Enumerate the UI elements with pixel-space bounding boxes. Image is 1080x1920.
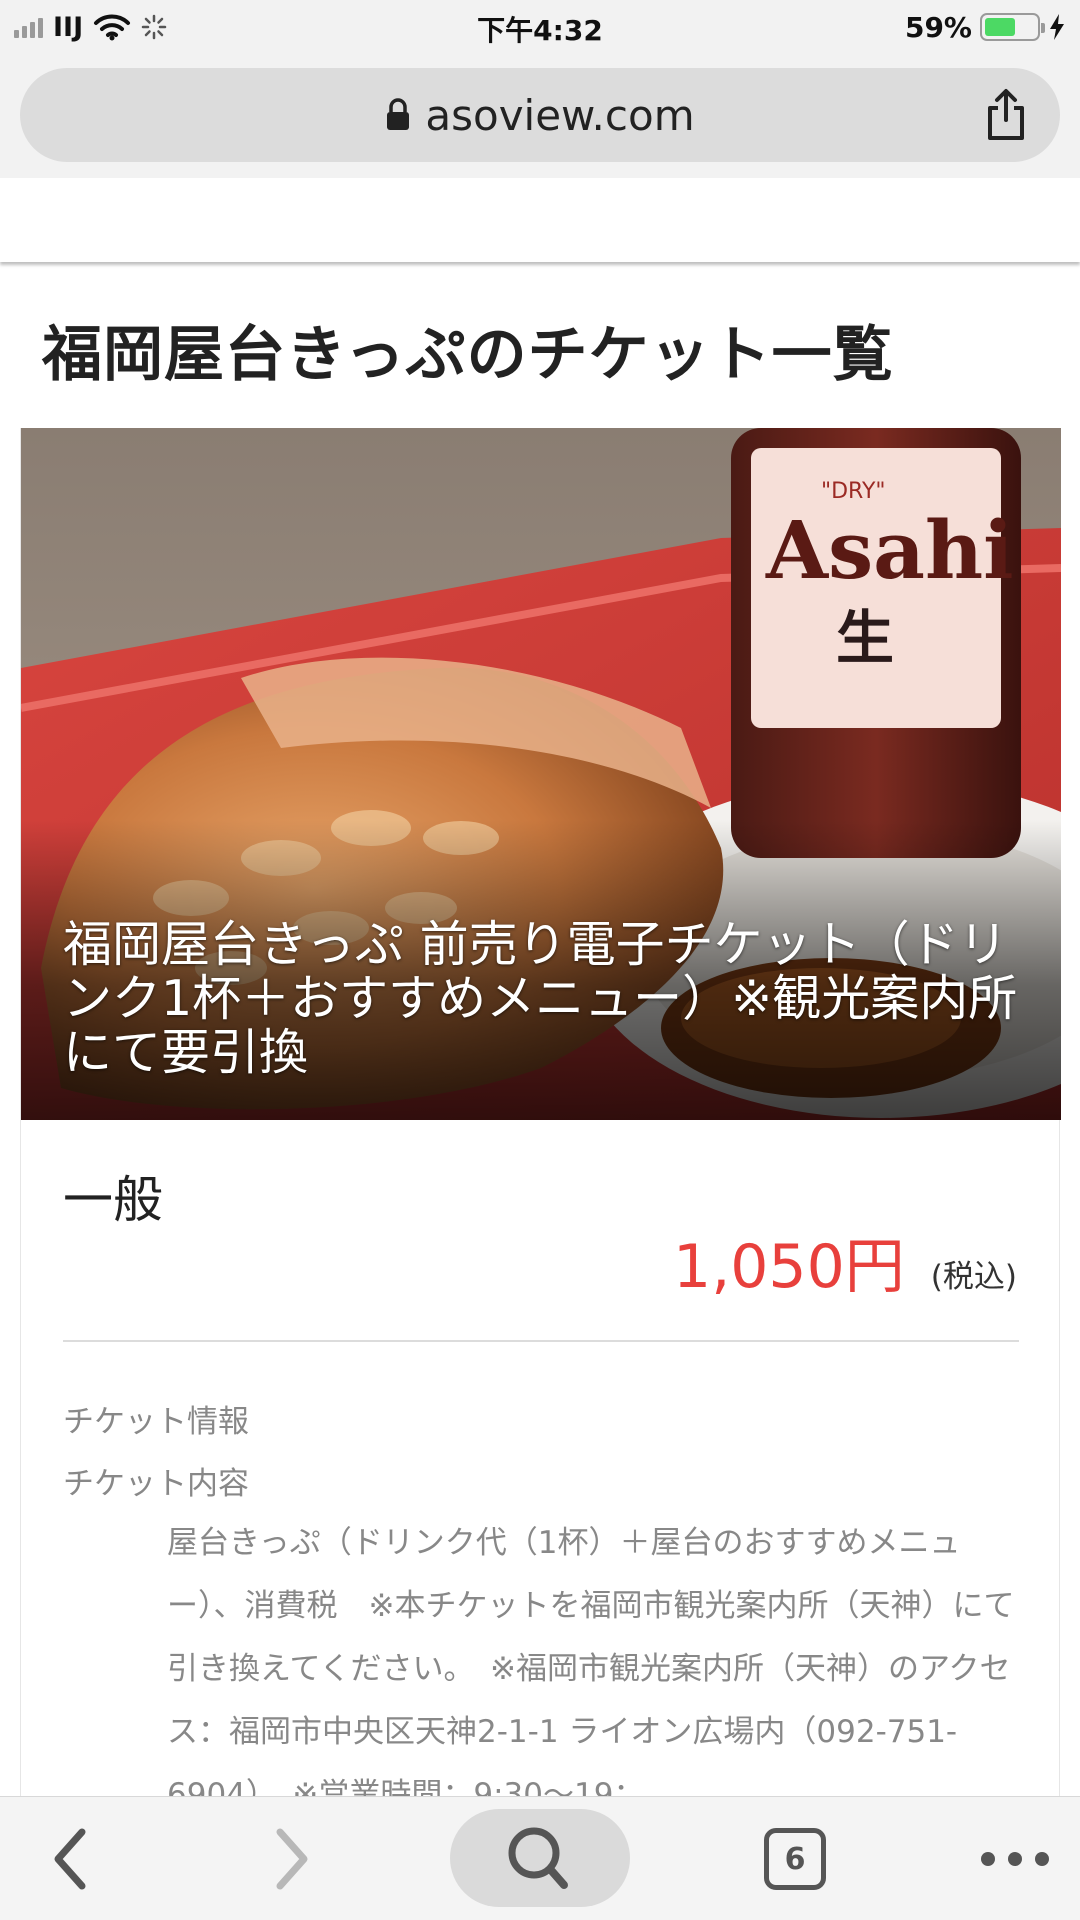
search-button[interactable] <box>450 1809 630 1907</box>
ticket-price: 1,050円 <box>673 1232 905 1302</box>
back-button[interactable] <box>40 1797 100 1920</box>
address-bar[interactable]: asoview.com <box>20 68 1060 162</box>
forward-button[interactable] <box>262 1797 322 1920</box>
ticket-tier-label: 一般 <box>63 1171 163 1229</box>
svg-text:"DRY": "DRY" <box>821 479 886 504</box>
forward-icon <box>276 1828 308 1890</box>
tabs-button[interactable]: 6 <box>760 1797 830 1920</box>
more-icon <box>981 1852 1049 1866</box>
svg-text:Asahi: Asahi <box>765 503 1014 597</box>
ticket-content-heading: チケット内容 <box>63 1466 249 1502</box>
ticket-hero-image[interactable]: Asahi 生 "DRY" 福岡屋台きっぷ 前売り電子チケット（ドリンク1杯＋お… <box>21 428 1061 1120</box>
site-header <box>0 178 1080 262</box>
back-icon <box>54 1828 86 1890</box>
charging-bolt-icon <box>1050 14 1064 40</box>
lock-icon <box>387 98 410 130</box>
ticket-card[interactable]: Asahi 生 "DRY" 福岡屋台きっぷ 前売り電子チケット（ドリンク1杯＋お… <box>20 428 1061 1813</box>
divider <box>63 1340 1019 1342</box>
url-text: asoview.com <box>425 90 695 140</box>
page-title: 福岡屋台きっぷのチケット一覧 <box>42 320 894 390</box>
status-bar: IIJ 下午4:32 59% <box>0 0 1080 54</box>
tax-included-note: (税込) <box>930 1259 1017 1295</box>
ticket-info-heading: チケット情報 <box>63 1404 249 1440</box>
ticket-title[interactable]: 福岡屋台きっぷ 前売り電子チケット（ドリンク1杯＋おすすめメニュー）※観光案内所… <box>63 918 1023 1080</box>
search-icon <box>508 1827 568 1889</box>
battery-level <box>985 18 1015 36</box>
browser-toolbar: 6 <box>0 1796 1080 1920</box>
tab-count: 6 <box>784 1841 806 1877</box>
share-icon[interactable] <box>984 88 1028 142</box>
svg-text:生: 生 <box>836 604 894 672</box>
tabs-icon: 6 <box>764 1828 826 1890</box>
battery-percentage: 59% <box>904 10 972 44</box>
price-row: 1,050円 (税込) <box>673 1218 1017 1305</box>
battery-icon <box>980 13 1045 41</box>
more-menu-button[interactable] <box>975 1797 1055 1920</box>
browser-address-area: asoview.com <box>0 54 1080 178</box>
ticket-content-text: 屋台きっぷ（ドリンク代（1杯）＋屋台のおすすめメニュー）、消費税 ※本チケットを… <box>167 1525 1015 1813</box>
